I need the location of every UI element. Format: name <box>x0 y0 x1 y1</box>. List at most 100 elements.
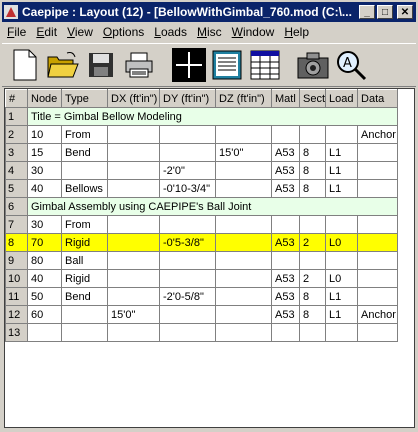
cell-sect[interactable] <box>298 323 327 342</box>
col-header-load[interactable]: Load <box>325 89 359 108</box>
cell-dx[interactable] <box>107 323 160 342</box>
menu-options[interactable]: Options <box>98 25 149 39</box>
cell-data[interactable] <box>357 287 399 306</box>
cell-sect[interactable]: 8 <box>298 305 327 324</box>
cell-load[interactable] <box>325 323 359 342</box>
cell-load[interactable]: L1 <box>325 143 359 162</box>
row-number[interactable]: 1 <box>5 107 28 126</box>
cell-dy[interactable] <box>159 269 216 288</box>
cell-data[interactable]: Anchor <box>357 125 399 144</box>
cell-dy[interactable] <box>159 305 216 324</box>
cell-node[interactable]: 50 <box>27 287 62 306</box>
text-list-button[interactable] <box>210 48 244 82</box>
cell-matl[interactable]: A53 <box>271 305 300 324</box>
cell-dz[interactable] <box>215 161 272 180</box>
cell-type[interactable]: Bend <box>61 143 108 162</box>
cell-dx[interactable] <box>107 125 160 144</box>
cell-dy[interactable]: -0'5-3/8" <box>159 233 216 252</box>
cell-dz[interactable] <box>215 215 272 234</box>
cell-dy[interactable]: -2'0-5/8" <box>159 287 216 306</box>
cell-node[interactable]: 40 <box>27 269 62 288</box>
cell-dz[interactable] <box>215 269 272 288</box>
menu-help[interactable]: Help <box>279 25 314 39</box>
menu-misc[interactable]: Misc <box>192 25 227 39</box>
cell-sect[interactable] <box>298 251 327 270</box>
cell-data[interactable]: Anchor <box>357 305 399 324</box>
new-file-button[interactable] <box>8 48 42 82</box>
menu-file[interactable]: File <box>2 25 31 39</box>
cell-type[interactable]: Bellows <box>61 179 108 198</box>
cell-dz[interactable] <box>215 179 272 198</box>
cell-dz[interactable] <box>215 305 272 324</box>
cell-data[interactable] <box>357 323 399 342</box>
comment-cell[interactable]: Gimbal Assembly using CAEPIPE's Ball Joi… <box>26 197 399 216</box>
cell-node[interactable] <box>27 323 62 342</box>
cell-type[interactable] <box>61 161 108 180</box>
close-button[interactable]: ✕ <box>397 5 413 19</box>
cell-dx[interactable] <box>107 287 160 306</box>
cell-node[interactable]: 15 <box>27 143 62 162</box>
cell-matl[interactable]: A53 <box>271 161 300 180</box>
cell-type[interactable]: Rigid <box>61 233 108 252</box>
cell-dz[interactable]: 15'0" <box>215 143 272 162</box>
cell-dy[interactable] <box>159 143 216 162</box>
col-header-matl[interactable]: Matl <box>271 89 300 108</box>
cell-sect[interactable]: 8 <box>298 179 327 198</box>
table-row[interactable]: 11 50 Bend -2'0-5/8" A53 8 L1 <box>5 287 399 306</box>
menu-window[interactable]: Window <box>227 25 280 39</box>
table-row[interactable]: 7 30 From <box>5 215 399 234</box>
table-row[interactable]: 4 30 -2'0" A53 8 L1 <box>5 161 399 180</box>
cell-load[interactable]: L1 <box>325 179 359 198</box>
cell-dy[interactable]: -2'0" <box>159 161 216 180</box>
cell-sect[interactable] <box>298 215 327 234</box>
minimize-button[interactable]: _ <box>359 5 375 19</box>
cell-data[interactable] <box>357 179 399 198</box>
table-row[interactable]: 5 40 Bellows -0'10-3/4" A53 8 L1 <box>5 179 399 198</box>
cell-dz[interactable] <box>215 233 272 252</box>
table-row[interactable]: 3 15 Bend 15'0" A53 8 L1 <box>5 143 399 162</box>
cell-node[interactable]: 60 <box>27 305 62 324</box>
cell-data[interactable] <box>357 233 399 252</box>
cell-load[interactable]: L0 <box>325 269 359 288</box>
cell-matl[interactable] <box>271 323 300 342</box>
cell-type[interactable] <box>61 305 108 324</box>
row-number[interactable]: 12 <box>5 305 28 324</box>
cell-dy[interactable] <box>159 215 216 234</box>
maximize-button[interactable]: □ <box>377 5 393 19</box>
cell-dx[interactable] <box>107 269 160 288</box>
cell-dy[interactable] <box>159 323 216 342</box>
cell-matl[interactable] <box>271 215 300 234</box>
row-number[interactable]: 7 <box>5 215 28 234</box>
row-number[interactable]: 2 <box>5 125 28 144</box>
table-row[interactable]: 2 10 From Anchor <box>5 125 399 144</box>
save-button[interactable] <box>84 48 118 82</box>
cell-node[interactable]: 30 <box>27 215 62 234</box>
cell-dz[interactable] <box>215 251 272 270</box>
col-header-dx[interactable]: DX (ft'in") <box>107 89 160 108</box>
cell-data[interactable] <box>357 161 399 180</box>
cell-matl[interactable] <box>271 125 300 144</box>
col-header-num[interactable]: # <box>5 89 28 108</box>
cell-node[interactable]: 40 <box>27 179 62 198</box>
cell-matl[interactable]: A53 <box>271 287 300 306</box>
cell-sect[interactable]: 8 <box>298 143 327 162</box>
cell-matl[interactable] <box>271 251 300 270</box>
cell-dz[interactable] <box>215 287 272 306</box>
row-number[interactable]: 9 <box>5 251 28 270</box>
cell-type[interactable] <box>61 323 108 342</box>
cell-load[interactable] <box>325 251 359 270</box>
cell-data[interactable] <box>357 269 399 288</box>
row-number[interactable]: 13 <box>5 323 28 342</box>
table-row[interactable]: 10 40 Rigid A53 2 L0 <box>5 269 399 288</box>
cell-node[interactable]: 10 <box>27 125 62 144</box>
menu-view[interactable]: View <box>62 25 98 39</box>
graphics-button[interactable] <box>172 48 206 82</box>
cell-sect[interactable]: 2 <box>298 269 327 288</box>
cell-load[interactable] <box>325 215 359 234</box>
cell-data[interactable] <box>357 143 399 162</box>
cell-matl[interactable]: A53 <box>271 269 300 288</box>
row-number[interactable]: 8 <box>5 233 28 252</box>
cell-dz[interactable] <box>215 323 272 342</box>
row-number[interactable]: 4 <box>5 161 28 180</box>
cell-type[interactable]: From <box>61 125 108 144</box>
